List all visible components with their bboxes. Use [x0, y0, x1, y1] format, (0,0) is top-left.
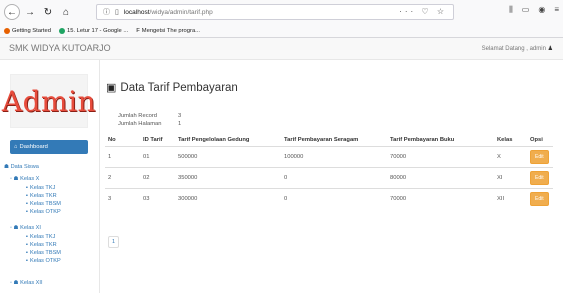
col-gedung: Tarif Pengelolaan Gedung [175, 134, 281, 147]
jumlah-record-label: Jumlah Record [118, 113, 157, 119]
cell-gedung: 500000 [175, 145, 281, 167]
tarif-table: No ID Tarif Tarif Pengelolaan Gedung Tar… [105, 134, 553, 209]
cell-id: 03 [140, 187, 175, 209]
sidebar-group-kelas-xii[interactable]: ◦ ☗ Kelas XII [10, 280, 43, 286]
briefcase-icon: ▣ [106, 82, 117, 94]
cell-no: 3 [105, 187, 140, 209]
table-row: 3 03 300000 0 70000 XII Edit [105, 187, 553, 209]
sidebar-item-kelas[interactable]: Kelas TKR [26, 242, 57, 248]
bookmark-mengetsi[interactable]: F Mengetsi The progra... [136, 28, 200, 34]
url-host: localhost [123, 8, 150, 16]
col-kelas: Kelas [494, 134, 527, 147]
sidebar: Admin ⌂ Dashboard ☗ Data Siswa ◦ ☗ Kelas … [0, 60, 100, 293]
home-icon: ⌂ [14, 144, 18, 150]
cell-kelas: XII [494, 187, 527, 209]
pagination-page-1[interactable]: 1 [108, 236, 119, 248]
sidebar-item-kelas[interactable]: Kelas TKJ [26, 185, 55, 191]
col-buku: Tarif Pembayaran Buku [387, 134, 494, 147]
firefox-icon [4, 28, 10, 34]
home-icon[interactable]: ⌂ [58, 4, 74, 20]
page-icon: ▯ [115, 9, 119, 16]
sidebar-group-kelas-x[interactable]: ◦ ☗ Kelas X [10, 176, 39, 182]
cell-seragam: 100000 [281, 145, 387, 167]
edit-button[interactable]: Edit [530, 149, 549, 164]
cell-id: 02 [140, 166, 175, 188]
sidebar-icon[interactable]: ▭ [522, 5, 530, 15]
sidebar-item-kelas[interactable]: Kelas TBSM [26, 201, 61, 207]
table-header-row: No ID Tarif Tarif Pengelolaan Gedung Tar… [105, 134, 553, 147]
cell-seragam: 0 [281, 187, 387, 209]
browser-chrome: ← → ↻ ⌂ ⓘ ▯ localhost/widya/admin/tarif.… [0, 0, 563, 38]
sidebar-item-kelas[interactable]: Kelas OTKP [26, 258, 61, 264]
url-path: /widya/admin/tarif.php [149, 8, 213, 16]
users-icon: ☗ [4, 164, 10, 170]
cell-opsi: Edit [527, 166, 553, 188]
main-content: ▣ Data Tarif Pembayaran Jumlah Record 3 … [100, 60, 563, 293]
page-actions-icon[interactable]: ··· ♡ ☆ [399, 7, 447, 16]
cell-kelas: XI [494, 166, 527, 188]
brand[interactable]: SMK WIDYA KUTOARJO [9, 43, 111, 53]
sidebar-item-kelas[interactable]: Kelas TBSM [26, 250, 61, 256]
page-title: ▣ Data Tarif Pembayaran [106, 81, 238, 95]
back-icon[interactable]: ← [4, 4, 20, 20]
cell-seragam: 0 [281, 166, 387, 188]
cell-opsi: Edit [527, 145, 553, 167]
cell-buku: 70000 [387, 187, 494, 209]
cell-kelas: X [494, 145, 527, 167]
drive-icon [59, 28, 65, 34]
reload-icon[interactable]: ↻ [40, 4, 56, 20]
library-icon[interactable]: ⫼ [509, 5, 513, 15]
bookmark-f-icon: F [136, 28, 140, 34]
greeting[interactable]: Selamat Datang , admin ♟ [482, 45, 553, 52]
col-seragam: Tarif Pembayaran Seragam [281, 134, 387, 147]
sidebar-item-kelas[interactable]: Kelas TKR [26, 193, 57, 199]
sidebar-group-kelas-xi[interactable]: ◦ ☗ Kelas XI [10, 225, 41, 231]
col-no: No [105, 134, 140, 147]
jumlah-halaman-label: Jumlah Halaman [118, 121, 162, 127]
table-row: 1 01 500000 100000 70000 X Edit [105, 145, 553, 167]
sidebar-item-data-siswa[interactable]: ☗ Data Siswa [4, 164, 39, 170]
cell-no: 2 [105, 166, 140, 188]
edit-button[interactable]: Edit [530, 191, 549, 206]
jumlah-halaman-value: 1 [178, 121, 182, 127]
cell-no: 1 [105, 145, 140, 167]
sidebar-item-kelas[interactable]: Kelas TKJ [26, 234, 55, 240]
url-bar[interactable]: ⓘ ▯ localhost/widya/admin/tarif.php ··· … [96, 4, 454, 20]
bookmarks-bar: Getting Started 15. Letur 17 - Google ..… [0, 24, 563, 38]
table-row: 2 02 350000 0 80000 XI Edit [105, 166, 553, 188]
users-icon: ☗ [13, 225, 19, 231]
user-icon: ♟ [547, 46, 553, 52]
col-id-tarif: ID Tarif [140, 134, 175, 147]
sidebar-item-kelas[interactable]: Kelas OTKP [26, 209, 61, 215]
cell-buku: 80000 [387, 166, 494, 188]
jumlah-record-value: 3 [178, 113, 182, 119]
app-navbar: SMK WIDYA KUTOARJO Selamat Datang , admi… [0, 38, 563, 60]
account-icon[interactable]: ◉ [538, 5, 545, 15]
cell-id: 01 [140, 145, 175, 167]
users-icon: ☗ [13, 280, 19, 286]
cell-gedung: 300000 [175, 187, 281, 209]
edit-button[interactable]: Edit [530, 170, 549, 185]
bookmark-getting-started[interactable]: Getting Started [4, 28, 51, 34]
cell-buku: 70000 [387, 145, 494, 167]
cell-opsi: Edit [527, 187, 553, 209]
forward-icon[interactable]: → [22, 4, 38, 20]
bookmark-letur[interactable]: 15. Letur 17 - Google ... [59, 28, 128, 34]
menu-icon[interactable]: ≡ [554, 5, 559, 15]
toolbar-right: ⫼ ▭ ◉ ≡ [509, 5, 559, 15]
logo: Admin [2, 74, 96, 128]
cell-gedung: 350000 [175, 166, 281, 188]
users-icon: ☗ [13, 176, 19, 182]
sidebar-item-dashboard[interactable]: ⌂ Dashboard [10, 140, 88, 154]
col-opsi: Opsi [527, 134, 553, 147]
info-icon[interactable]: ⓘ [103, 7, 110, 17]
